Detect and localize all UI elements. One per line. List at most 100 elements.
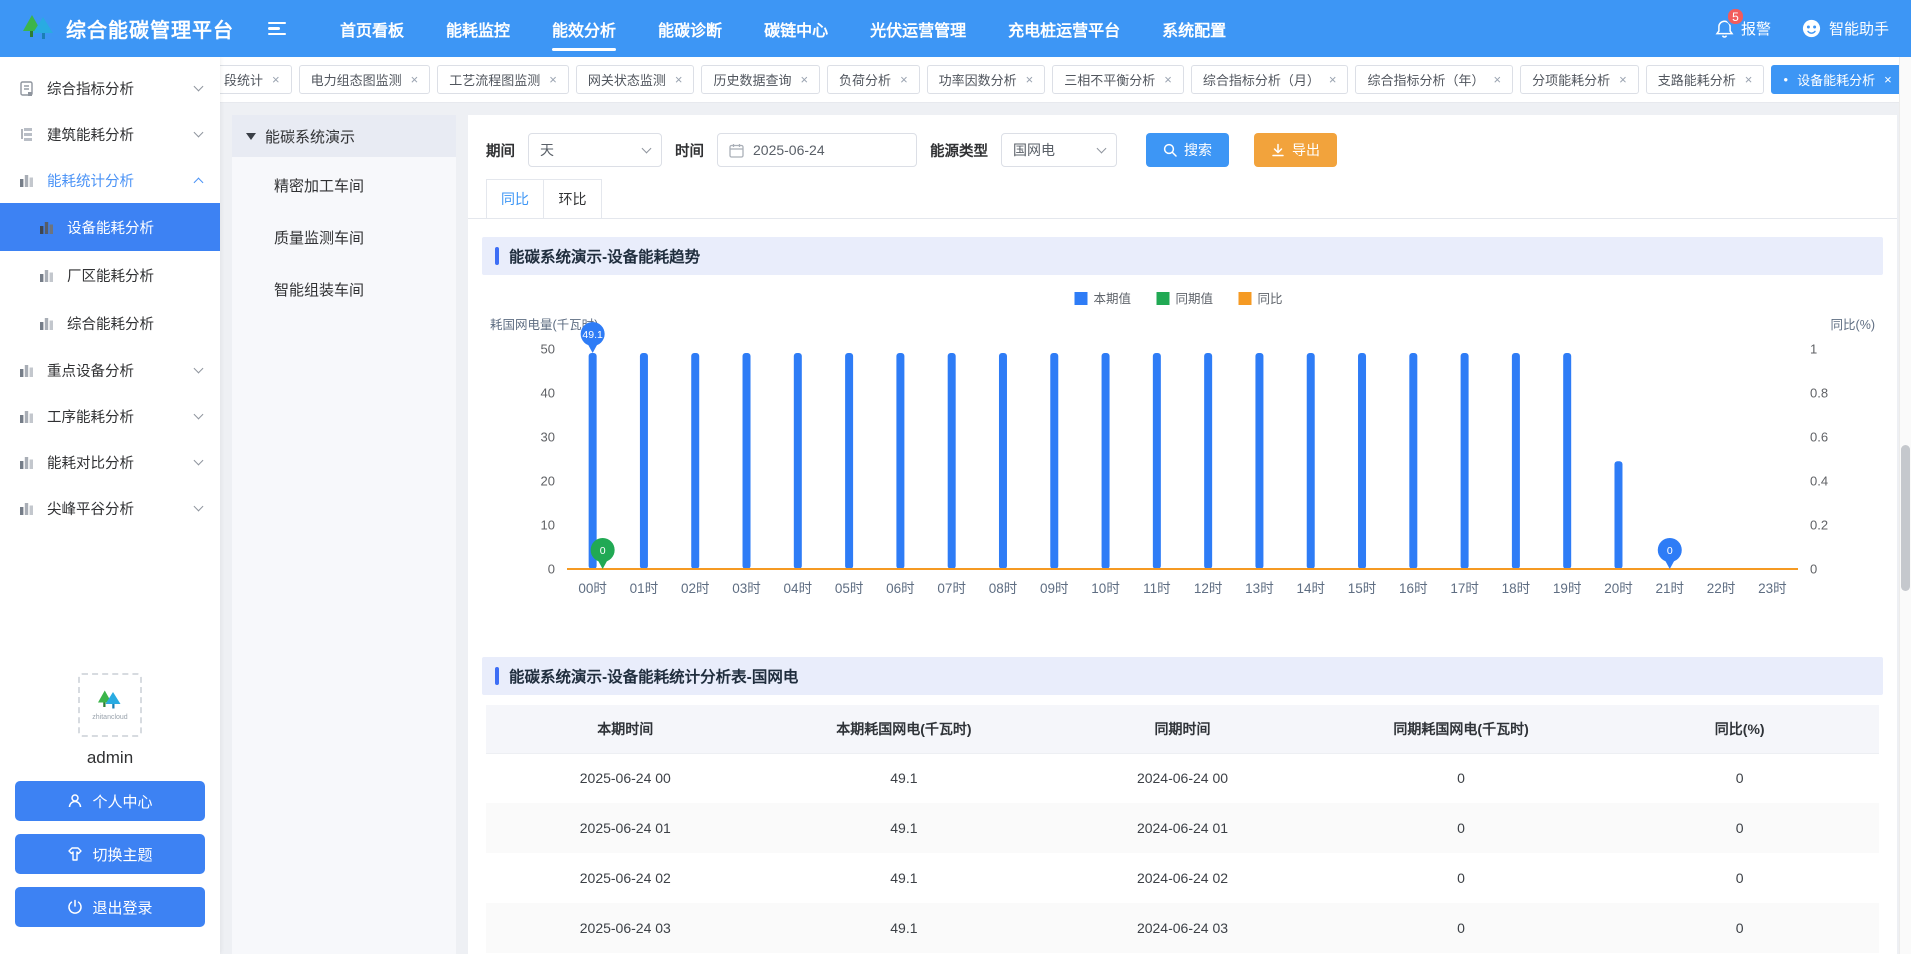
sidebar-item-6[interactable]: 尖峰平谷分析 (0, 485, 220, 531)
open-tab-5[interactable]: 负荷分析× (827, 65, 920, 94)
date-value: 2025-06-24 (753, 142, 825, 158)
open-tab-2[interactable]: 工艺流程图监测× (437, 65, 569, 94)
energy-type-select[interactable]: 国网电 (1001, 133, 1117, 167)
export-button[interactable]: 导出 (1254, 133, 1337, 167)
close-icon[interactable]: × (675, 72, 683, 87)
close-icon[interactable]: × (549, 72, 557, 87)
menu-collapse-icon[interactable] (262, 16, 292, 42)
close-icon[interactable]: × (1026, 72, 1034, 87)
assistant-button[interactable]: 智能助手 (1801, 18, 1889, 39)
svg-text:00时: 00时 (578, 581, 607, 596)
svg-text:10: 10 (541, 518, 555, 533)
nav-item-2[interactable]: 能效分析 (550, 0, 618, 58)
workshop-tree-panel: 能碳系统演示 精密加工车间质量监测车间智能组装车间 (232, 115, 456, 954)
close-icon[interactable]: × (1164, 72, 1172, 87)
page-scrollbar[interactable] (1899, 57, 1911, 954)
compare-tab-1[interactable]: 环比 (544, 179, 602, 219)
svg-text:07时: 07时 (937, 581, 966, 596)
open-tab-0[interactable]: 段统计× (220, 65, 292, 94)
close-icon[interactable]: × (1884, 72, 1892, 87)
chevron-down-icon (194, 363, 204, 373)
table-row[interactable]: 2025-06-24 0149.12024-06-24 0100 (486, 803, 1879, 853)
alarm-badge: 5 (1726, 7, 1745, 26)
table-row[interactable]: 2025-06-24 0049.12024-06-24 0000 (486, 753, 1879, 803)
table-row[interactable]: 2025-06-24 0349.12024-06-24 0300 (486, 903, 1879, 953)
svg-text:同比(%): 同比(%) (1831, 318, 1875, 332)
open-tab-4[interactable]: 历史数据查询× (701, 65, 820, 94)
svg-text:05时: 05时 (835, 581, 864, 596)
tree-item-1[interactable]: 质量监测车间 (232, 213, 456, 261)
tree-item-2[interactable]: 智能组装车间 (232, 265, 456, 313)
sidebar-item-3[interactable]: 重点设备分析 (0, 347, 220, 393)
close-icon[interactable]: × (800, 72, 808, 87)
close-icon[interactable]: × (1745, 72, 1753, 87)
compare-tabs: 同比环比 (468, 179, 1897, 219)
nav-item-6[interactable]: 充电桩运营平台 (1006, 0, 1122, 58)
compare-tab-0[interactable]: 同比 (486, 179, 544, 219)
tree-root-node[interactable]: 能碳系统演示 (232, 115, 456, 157)
open-tab-11[interactable]: 支路能耗分析× (1646, 65, 1765, 94)
period-select[interactable]: 天 (528, 133, 662, 167)
svg-text:10时: 10时 (1091, 581, 1120, 596)
period-value: 天 (540, 140, 554, 160)
table-cell: 0 (1600, 903, 1879, 953)
close-icon[interactable]: × (411, 72, 419, 87)
close-icon[interactable]: × (1494, 72, 1502, 87)
sidebar-subitem-2-0[interactable]: 设备能耗分析 (0, 203, 220, 251)
svg-text:23时: 23时 (1758, 581, 1787, 596)
nav-item-1[interactable]: 能耗监控 (444, 0, 512, 58)
sidebar-item-0[interactable]: 综合指标分析 (0, 65, 220, 111)
avatar[interactable]: zhitancloud (78, 673, 142, 737)
svg-text:18时: 18时 (1502, 581, 1531, 596)
svg-text:本期值: 本期值 (1094, 291, 1132, 306)
date-picker[interactable]: 2025-06-24 (717, 133, 917, 167)
table-cell: 2025-06-24 02 (486, 853, 765, 903)
open-tab-6[interactable]: 功率因数分析× (927, 65, 1046, 94)
user-button-2[interactable]: 退出登录 (15, 887, 205, 927)
search-button[interactable]: 搜索 (1146, 133, 1229, 167)
close-icon[interactable]: × (900, 72, 908, 87)
sidebar-subitem-2-1[interactable]: 厂区能耗分析 (0, 251, 220, 299)
close-icon[interactable]: × (1329, 72, 1337, 87)
assistant-robot-icon (1801, 18, 1822, 39)
user-button-0[interactable]: 个人中心 (15, 781, 205, 821)
close-icon[interactable]: × (1619, 72, 1627, 87)
sidebar-item-5[interactable]: 能耗对比分析 (0, 439, 220, 485)
user-button-1[interactable]: 切换主题 (15, 834, 205, 874)
nav-item-0[interactable]: 首页看板 (338, 0, 406, 58)
nav-item-3[interactable]: 能碳诊断 (656, 0, 724, 58)
bars-icon (38, 315, 55, 332)
open-tab-9[interactable]: 综合指标分析（年）× (1355, 65, 1513, 94)
table-cell: 0 (1322, 853, 1601, 903)
open-tab-1[interactable]: 电力组态图监测× (299, 65, 431, 94)
search-icon (1163, 143, 1177, 157)
open-tab-7[interactable]: 三相不平衡分析× (1052, 65, 1184, 94)
open-tab-label: 综合指标分析（月） (1203, 70, 1320, 89)
nav-item-7[interactable]: 系统配置 (1160, 0, 1228, 58)
open-tab-10[interactable]: 分项能耗分析× (1520, 65, 1639, 94)
open-tab-12[interactable]: ●设备能耗分析× (1771, 65, 1903, 94)
sidebar-subitem-2-2[interactable]: 综合能耗分析 (0, 299, 220, 347)
tree-item-0[interactable]: 精密加工车间 (232, 161, 456, 209)
svg-text:0: 0 (1810, 562, 1817, 577)
open-tab-3[interactable]: 网关状态监测× (576, 65, 695, 94)
stats-table-wrap: 本期时间本期耗国网电(千瓦时)同期时间同期耗国网电(千瓦时)同比(%) 2025… (486, 705, 1879, 954)
table-column-header: 同期时间 (1043, 705, 1322, 753)
sidebar-item-2[interactable]: 能耗统计分析 (0, 157, 220, 203)
open-tab-8[interactable]: 综合指标分析（月） × (1191, 65, 1349, 94)
sidebar-subitem-label: 综合能耗分析 (67, 313, 154, 334)
svg-text:0.6: 0.6 (1810, 430, 1828, 445)
nav-item-5[interactable]: 光伏运营管理 (868, 0, 968, 58)
nav-item-4[interactable]: 碳链中心 (762, 0, 830, 58)
close-icon[interactable]: × (272, 72, 280, 87)
svg-text:0.2: 0.2 (1810, 518, 1828, 533)
table-row[interactable]: 2025-06-24 0249.12024-06-24 0200 (486, 853, 1879, 903)
scrollbar-thumb[interactable] (1901, 445, 1910, 591)
svg-text:49.1: 49.1 (582, 329, 603, 341)
user-icon (67, 793, 83, 809)
alarm-button[interactable]: 5 报警 (1715, 18, 1771, 39)
sidebar-item-1[interactable]: 建筑能耗分析 (0, 111, 220, 157)
table-column-header: 同期耗国网电(千瓦时) (1322, 705, 1601, 753)
sidebar-item-4[interactable]: 工序能耗分析 (0, 393, 220, 439)
period-label: 期间 (486, 140, 515, 161)
